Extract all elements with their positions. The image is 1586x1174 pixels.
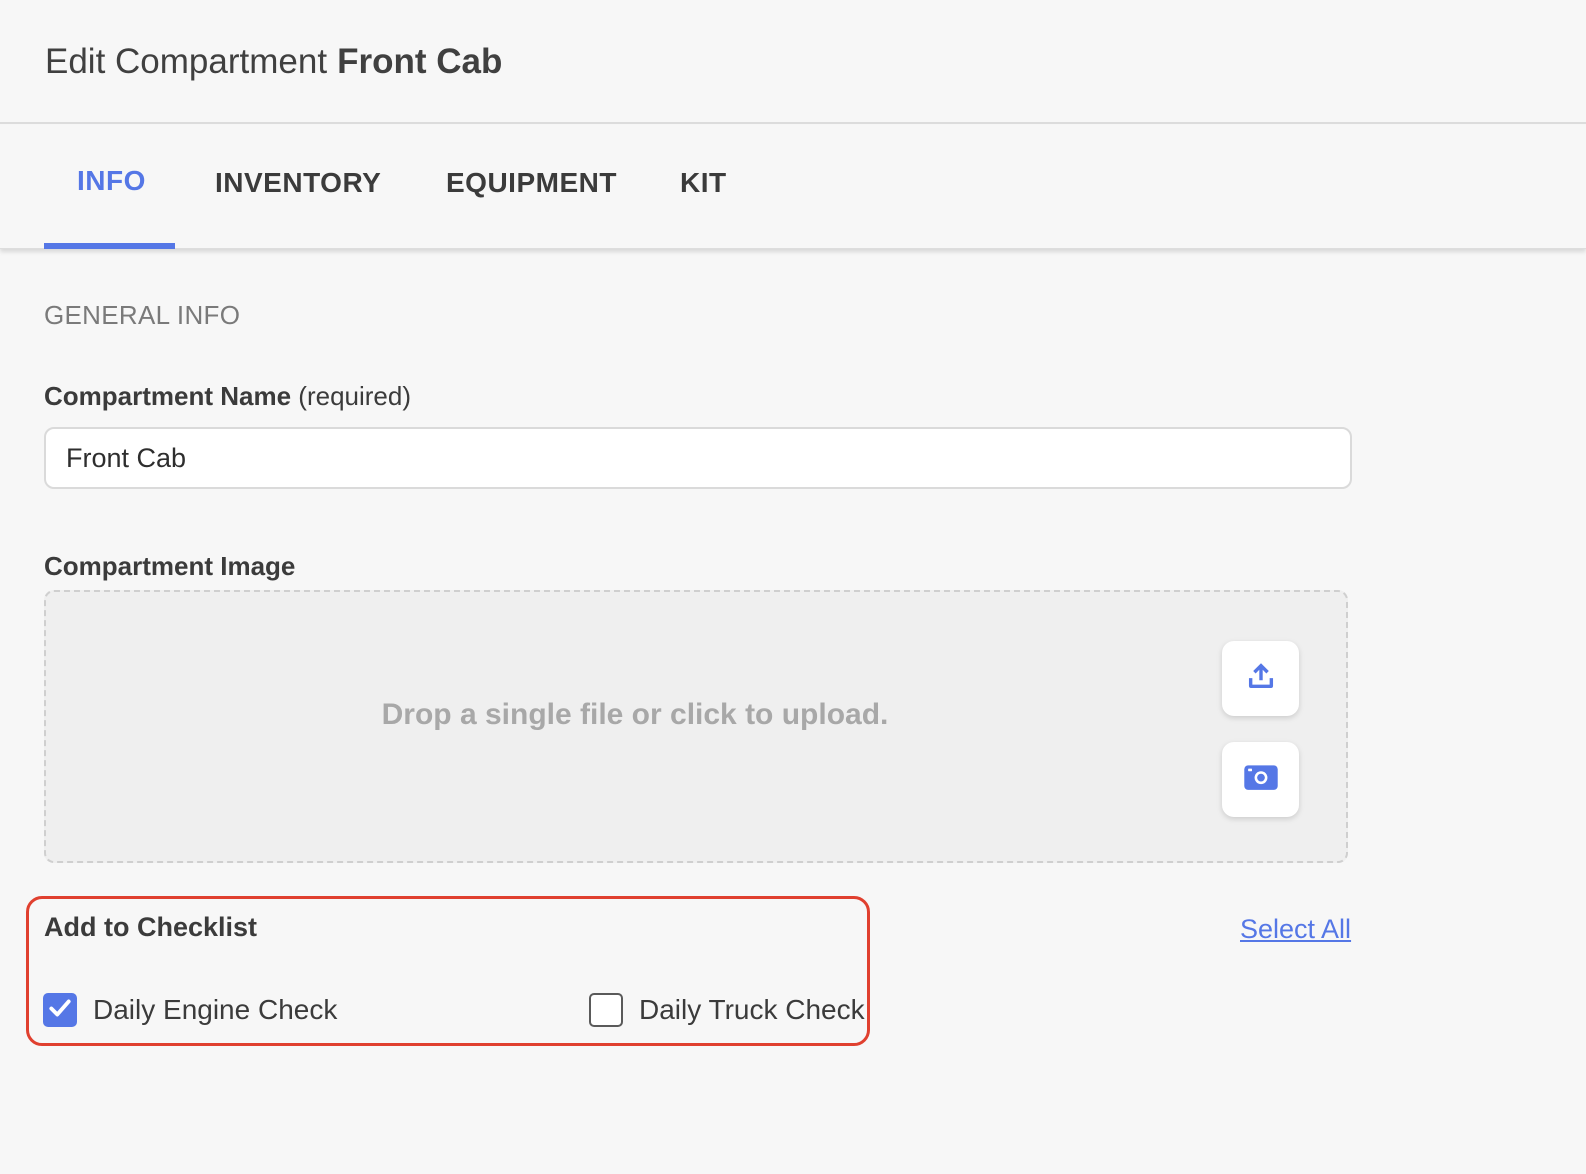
compartment-image-label-text: Compartment Image: [44, 551, 296, 581]
section-label-general-info: GENERAL INFO: [44, 300, 241, 330]
camera-icon: [1243, 762, 1279, 797]
checklist-item-label: Daily Engine Check: [93, 994, 338, 1025]
tab-inventory[interactable]: INVENTORY: [215, 167, 381, 207]
checklist-title: Add to Checklist: [44, 912, 258, 942]
page-title: Edit Compartment Front Cab: [45, 42, 502, 82]
checkmark-icon: [47, 995, 73, 1026]
image-dropzone[interactable]: Drop a single file or click to upload.: [44, 590, 1348, 863]
camera-button[interactable]: [1222, 742, 1299, 817]
select-all-link[interactable]: Select All: [1240, 914, 1351, 945]
checkbox-daily-engine-check[interactable]: [43, 993, 77, 1027]
checklist-item-label: Daily Truck Check: [639, 994, 865, 1025]
upload-icon: [1244, 659, 1278, 698]
compartment-name-label-text: Compartment Name: [44, 381, 292, 411]
tab-info[interactable]: INFO: [77, 165, 146, 205]
required-indicator: (required): [298, 381, 412, 411]
page-title-prefix: Edit Compartment: [45, 42, 328, 81]
upload-button[interactable]: [1222, 641, 1299, 716]
active-tab-indicator: [44, 243, 175, 249]
page-header: Edit Compartment Front Cab: [0, 0, 1586, 124]
tab-equipment[interactable]: EQUIPMENT: [446, 167, 617, 207]
dropzone-text: Drop a single file or click to upload.: [381, 698, 889, 731]
compartment-image-label: Compartment Image: [44, 551, 295, 582]
checklist-item-daily-engine-check[interactable]: Daily Engine Check: [43, 992, 337, 1028]
compartment-name-label: Compartment Name (required): [44, 381, 411, 412]
tab-bar: INFO INVENTORY EQUIPMENT KIT: [0, 125, 1586, 249]
checklist-item-daily-truck-check[interactable]: Daily Truck Check: [589, 992, 865, 1028]
checkbox-daily-truck-check[interactable]: [589, 993, 623, 1027]
compartment-name-input[interactable]: [44, 427, 1352, 489]
page-title-compartment-name: Front Cab: [337, 42, 503, 81]
tab-kit[interactable]: KIT: [680, 167, 727, 207]
